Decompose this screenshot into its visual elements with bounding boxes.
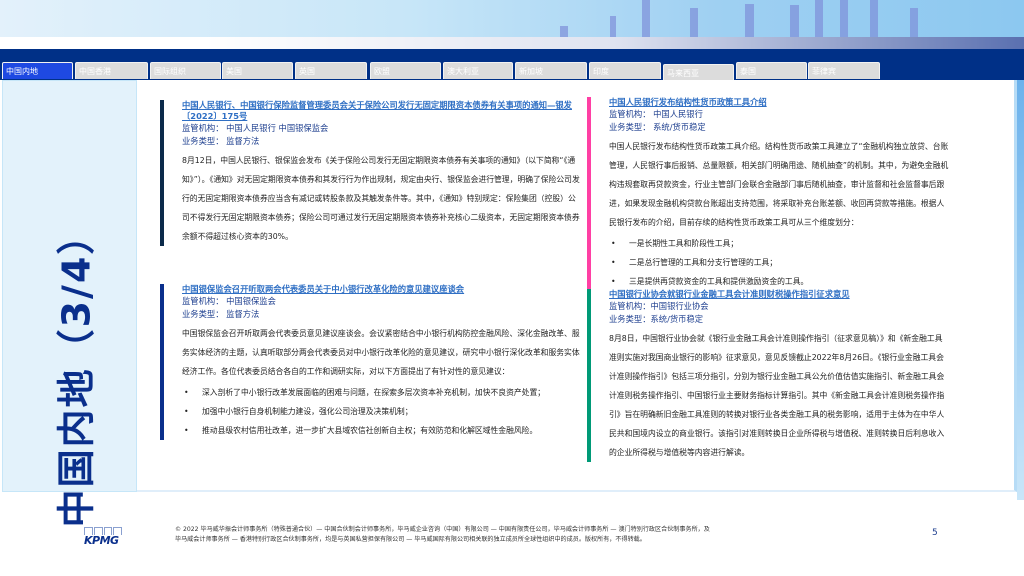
- banner-divider: [0, 37, 1024, 49]
- news-card-insurance-capital-bonds: 中国人民银行、中国银行保险监督管理委员会关于保险公司发行无固定期限资本债券有关事…: [160, 100, 580, 246]
- card-business-type: 业务类型： 监督方法: [182, 136, 260, 146]
- tab-india[interactable]: 印度: [589, 62, 661, 79]
- kpmg-logo-text: KPMG: [84, 534, 119, 547]
- card-regulator: 监管机构：中国银行业协会: [609, 301, 709, 311]
- card-accent-bar: [160, 284, 164, 440]
- news-card-financial-instruments-guideline: 中国银行业协会就银行业金融工具会计准则财税操作指引征求意见 监管机构：中国银行业…: [587, 289, 949, 462]
- card-accent-bar: [160, 100, 164, 246]
- card-accent-bar: [587, 97, 591, 291]
- tab-usa[interactable]: 美国: [222, 62, 293, 79]
- news-card-small-bank-reform: 中国银保监会召开听取两会代表委员关于中小银行改革化险的意见建议座谈会 监管机构：…: [160, 284, 580, 440]
- bullet-item: 深入剖析了中小银行改革发展面临的困难与问题，在探索多层次资本补充机制，加快不良资…: [182, 383, 580, 402]
- bullet-item: 推动县级农村信用社改革，进一步扩大县域农信社创新自主权；有效防范和化解区域性金融…: [182, 421, 580, 440]
- card-body: 中国人民银行发布结构性货币政策工具介绍。结构性货币政策工具建立了“金融机构独立放…: [609, 142, 949, 227]
- tab-malaysia[interactable]: 马来西亚: [663, 64, 734, 81]
- card-bullets: 一是长期性工具和阶段性工具； 二是总行管理的工具和分支行管理的工具； 三是提供再…: [609, 234, 949, 291]
- card-accent-bar: [587, 289, 591, 462]
- title-panel: 中国内地（3/4）: [2, 80, 137, 527]
- card-bullets: 深入剖析了中小银行改革发展面临的困难与问题，在探索多层次资本补充机制，加快不良资…: [182, 383, 580, 440]
- card-regulator: 监管机构： 中国人民银行 中国银保监会: [182, 123, 329, 133]
- tab-australia[interactable]: 澳大利亚: [443, 62, 513, 79]
- card-regulator: 监管机构： 中国银保监会: [182, 296, 276, 306]
- card-business-type: 业务类型：系统/货币稳定: [609, 314, 704, 324]
- footer-copyright: © 2022 毕马威华振会计师事务所（特殊普通合伙）— 中国合伙制会计师事务所，…: [175, 525, 875, 545]
- news-card-structural-monetary-tools: 中国人民银行发布结构性货币政策工具介绍 监管机构： 中国人民银行 业务类型： 系…: [587, 97, 949, 291]
- tab-eu[interactable]: 欧盟: [370, 62, 441, 79]
- tab-hong-kong[interactable]: 中国香港: [75, 62, 148, 79]
- bullet-item: 一是长期性工具和阶段性工具；: [609, 234, 949, 253]
- tab-uk[interactable]: 英国: [295, 62, 367, 79]
- card-body: 8月8日，中国银行业协会就《银行业金融工具会计准则操作指引（征求意见稿）》和《新…: [609, 334, 945, 457]
- card-business-type: 业务类型： 系统/货币稳定: [609, 122, 706, 132]
- tab-philippines[interactable]: 菲律宾: [808, 62, 880, 79]
- bullet-item: 二是总行管理的工具和分支行管理的工具；: [609, 253, 949, 272]
- tab-china-mainland[interactable]: 中国内地: [2, 62, 73, 79]
- card-body: 8月12日，中国人民银行、银保监会发布《关于保险公司发行无固定期限资本债券有关事…: [182, 156, 580, 241]
- card-body: 中国银保监会召开听取两会代表委员意见建议座谈会。会议紧密结合中小银行机构防控金融…: [182, 329, 580, 376]
- tab-international-orgs[interactable]: 国际组织: [150, 62, 221, 79]
- tab-singapore[interactable]: 新加坡: [515, 62, 587, 79]
- card-title-link[interactable]: 中国人民银行、中国银行保险监督管理委员会关于保险公司发行无固定期限资本债券有关事…: [182, 100, 580, 122]
- tab-thailand[interactable]: 泰国: [736, 62, 807, 79]
- kpmg-logo: KPMG: [84, 527, 122, 547]
- right-accent-strip: [1017, 80, 1024, 500]
- page-number: 5: [932, 528, 938, 538]
- header-banner: [0, 0, 1024, 38]
- card-title-link[interactable]: 中国银行业协会就银行业金融工具会计准则财税操作指引征求意见: [609, 289, 949, 300]
- card-title-link[interactable]: 中国银保监会召开听取两会代表委员关于中小银行改革化险的意见建议座谈会: [182, 284, 580, 295]
- card-title-link[interactable]: 中国人民银行发布结构性货币政策工具介绍: [609, 97, 949, 108]
- page-title: 中国内地（3/4）: [54, 214, 99, 528]
- footer-line-2: 毕马威会计师事务所 — 香港特别行政区合伙制事务所，均是与英国私营担保有限公司 …: [175, 536, 646, 543]
- bullet-item: 加强中小银行自身机制能力建设，强化公司治理及决策机制；: [182, 402, 580, 421]
- card-regulator: 监管机构： 中国人民银行: [609, 109, 703, 119]
- card-business-type: 业务类型： 监督方法: [182, 309, 260, 319]
- footer-line-1: © 2022 毕马威华振会计师事务所（特殊普通合伙）— 中国合伙制会计师事务所，…: [175, 526, 710, 533]
